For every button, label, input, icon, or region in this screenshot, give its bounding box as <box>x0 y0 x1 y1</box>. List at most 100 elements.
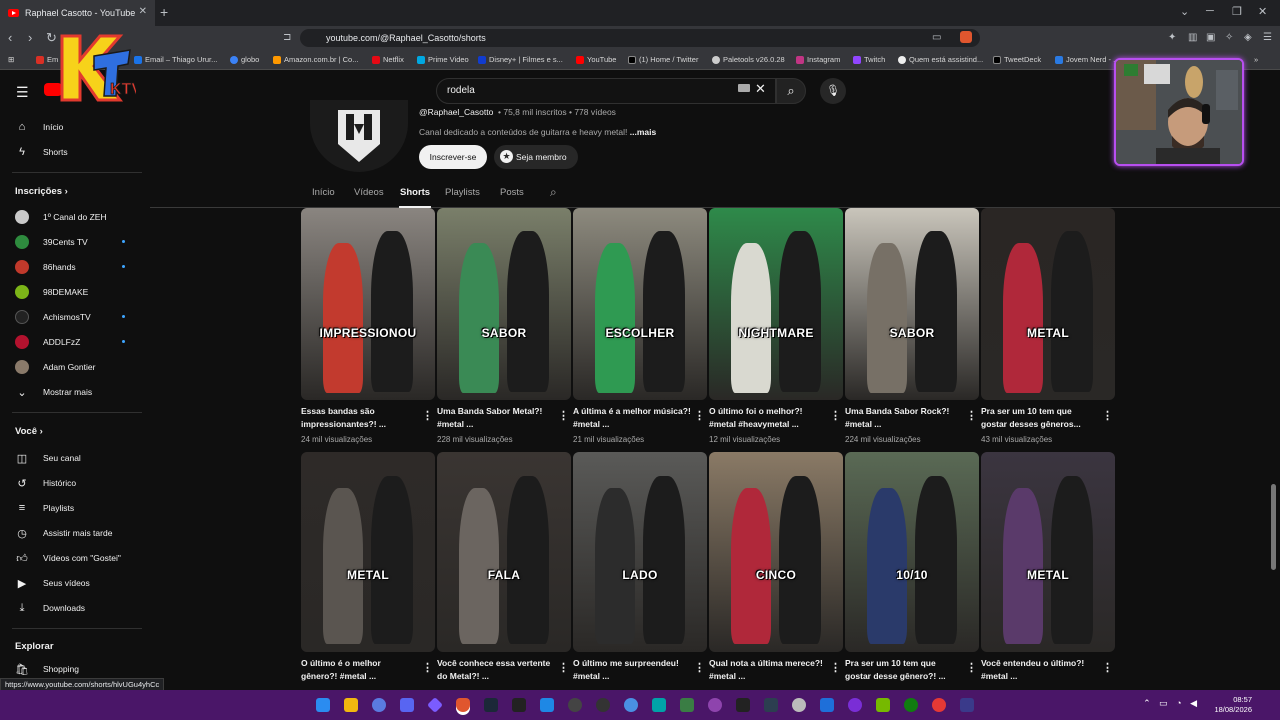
more-options-icon[interactable]: ⋮ <box>1102 409 1113 422</box>
extensions-icon[interactable]: ✦ <box>1168 32 1176 43</box>
tab-playlists[interactable]: Playlists <box>445 187 480 198</box>
subscriptions-heading[interactable]: Inscrições › <box>15 186 68 197</box>
sidebar-item-subscription[interactable]: 39Cents TV <box>0 230 150 254</box>
hamburger-menu-icon[interactable]: ☰ <box>16 84 29 101</box>
channel-description[interactable]: Canal dedicado a conteúdos de guitarra e… <box>419 127 656 137</box>
file-explorer-icon[interactable] <box>344 698 358 712</box>
short-title[interactable]: Essas bandas são impressionantes?! ... <box>301 405 419 431</box>
sidebar-item-subscription[interactable]: 98DEMAKE <box>0 280 150 304</box>
short-title[interactable]: Qual nota a última merece?! #metal ... <box>709 657 827 683</box>
app-icon[interactable] <box>512 698 526 712</box>
apps-icon[interactable]: ⊞ <box>8 55 14 64</box>
steam-icon[interactable] <box>484 698 498 712</box>
app-icon[interactable] <box>792 698 806 712</box>
system-tray[interactable]: ⌃ ▭ ◔ ◀ <box>1143 698 1200 709</box>
app-icon[interactable] <box>848 698 862 712</box>
bookmark-twitter[interactable]: (1) Home / Twitter <box>628 55 698 64</box>
bookmark-quem-esta-assistindo[interactable]: Quem está assistind... <box>898 55 983 64</box>
minimize-icon[interactable]: ─ <box>1206 5 1214 17</box>
bookmark-email[interactable]: Email – Thiago Urur... <box>134 55 217 64</box>
short-thumbnail[interactable]: NIGHTMARE <box>709 208 843 400</box>
short-thumbnail[interactable]: LADO <box>573 452 707 652</box>
bookmark-youtube[interactable]: YouTube <box>576 55 616 64</box>
short-thumbnail[interactable]: SABOR <box>845 208 979 400</box>
short-title[interactable]: Uma Banda Sabor Metal?! #metal ... <box>437 405 555 431</box>
tab-posts[interactable]: Posts <box>500 187 524 198</box>
obs-icon[interactable] <box>596 698 610 712</box>
maximize-icon[interactable]: ❐ <box>1232 5 1242 18</box>
bookmark-globo[interactable]: globo <box>230 55 259 64</box>
short-card[interactable]: METAL Pra ser um 10 tem que gostar desses… <box>981 208 1115 450</box>
search-input[interactable]: rodela <box>436 78 776 104</box>
browser-icon[interactable] <box>372 698 386 712</box>
bookmark-paletools[interactable]: Paletools v26.0.28 <box>712 55 785 64</box>
keyboard-icon[interactable] <box>738 84 750 92</box>
more-options-icon[interactable]: ⋮ <box>558 409 569 422</box>
app-icon[interactable] <box>960 698 974 712</box>
more-options-icon[interactable]: ⋮ <box>694 661 705 674</box>
app-icon[interactable] <box>820 698 834 712</box>
short-thumbnail[interactable]: FALA <box>437 452 571 652</box>
sidebar-item-history[interactable]: ↺ Histórico <box>0 471 150 495</box>
browser-tab[interactable]: Raphael Casotto - YouTube ✕ <box>0 0 155 26</box>
search-button[interactable]: ⌕ <box>776 78 806 104</box>
sidebar-item-downloads[interactable]: ⤓ Downloads <box>0 596 150 620</box>
sidebar-item-subscription[interactable]: AchismosTV <box>0 305 150 329</box>
more-options-icon[interactable]: ⋮ <box>830 661 841 674</box>
short-card[interactable]: 10/10 Pra ser um 10 tem que gostar desse … <box>845 452 979 690</box>
back-icon[interactable]: ‹ <box>8 30 12 45</box>
app-icon[interactable] <box>932 698 946 712</box>
app-icon[interactable] <box>764 698 778 712</box>
sidebar-item-subscription[interactable]: 86hands <box>0 255 150 279</box>
bookmark-disney[interactable]: Disney+ | Filmes e s... <box>478 55 563 64</box>
app-icon[interactable] <box>652 698 666 712</box>
short-card[interactable]: LADO O último me surpreendeu! #metal ... ⋮ <box>573 452 707 690</box>
short-card[interactable]: METAL O último é o melhor gênero?! #metal… <box>301 452 435 690</box>
forward-icon[interactable]: › <box>28 30 32 45</box>
more-options-icon[interactable]: ⋮ <box>1102 661 1113 674</box>
short-thumbnail[interactable]: IMPRESSIONOU <box>301 208 435 400</box>
bookmark-icon[interactable]: ⊐ <box>283 32 291 43</box>
bookmark-netflix[interactable]: Netflix <box>372 55 404 64</box>
short-title[interactable]: O último é o melhor gênero?! #metal ... <box>301 657 419 683</box>
chevron-down-icon[interactable]: ⌄ <box>1180 5 1189 18</box>
nvidia-icon[interactable] <box>876 698 890 712</box>
short-card[interactable]: IMPRESSIONOU Essas bandas são impressiona… <box>301 208 435 450</box>
more-options-icon[interactable]: ⋮ <box>830 409 841 422</box>
xbox-icon[interactable] <box>904 698 918 712</box>
sidebar-show-more[interactable]: ⌄ Mostrar mais <box>0 380 150 404</box>
bookmark-jovem-nerd[interactable]: Jovem Nerd - ... <box>1055 55 1119 64</box>
short-card[interactable]: SABOR Uma Banda Sabor Metal?! #metal ... ⋮… <box>437 208 571 450</box>
app-icon[interactable] <box>427 697 443 713</box>
close-icon[interactable]: ✕ <box>139 6 147 17</box>
short-thumbnail[interactable]: SABOR <box>437 208 571 400</box>
channel-avatar[interactable] <box>310 100 408 172</box>
you-heading[interactable]: Você › <box>15 426 43 437</box>
short-title[interactable]: O último me surpreendeu! #metal ... <box>573 657 691 683</box>
window-close-icon[interactable]: ✕ <box>1258 5 1267 18</box>
more-options-icon[interactable]: ⋮ <box>966 409 977 422</box>
more-bookmarks-icon[interactable]: » <box>1254 55 1258 64</box>
bookmark-tweetdeck[interactable]: TweetDeck <box>993 55 1041 64</box>
sidebar-item-home[interactable]: ⌂ Início <box>0 115 150 139</box>
sidebar-icon[interactable]: ▥ <box>1188 32 1197 43</box>
short-title[interactable]: Uma Banda Sabor Rock?! #metal ... <box>845 405 963 431</box>
short-title[interactable]: Você conhece essa vertente do Metal?! ..… <box>437 657 555 683</box>
subscribe-button[interactable]: Inscrever-se <box>419 145 487 169</box>
short-card[interactable]: FALA Você conhece essa vertente do Metal?… <box>437 452 571 690</box>
app-icon[interactable] <box>736 698 750 712</box>
more-options-icon[interactable]: ⋮ <box>422 409 433 422</box>
new-tab-icon[interactable]: + <box>160 4 168 20</box>
sidebar-item-liked-videos[interactable]: 👍︎ Vídeos com "Gostei" <box>0 546 150 570</box>
more-options-icon[interactable]: ⋮ <box>694 409 705 422</box>
voice-search-button[interactable]: 🎙 <box>820 78 846 104</box>
short-thumbnail[interactable]: METAL <box>981 452 1115 652</box>
cast-icon[interactable]: ▭ <box>932 32 941 43</box>
bookmark-amazon[interactable]: Amazon.com.br | Co... <box>273 55 358 64</box>
tab-videos[interactable]: Vídeos <box>354 187 384 198</box>
channel-search-icon[interactable]: ⌕ <box>550 185 557 200</box>
clear-search-icon[interactable]: ✕ <box>755 81 766 97</box>
join-button[interactable]: ★ Seja membro <box>494 145 578 169</box>
start-icon[interactable] <box>316 698 330 712</box>
menu-icon[interactable]: ☰ <box>1263 32 1272 43</box>
